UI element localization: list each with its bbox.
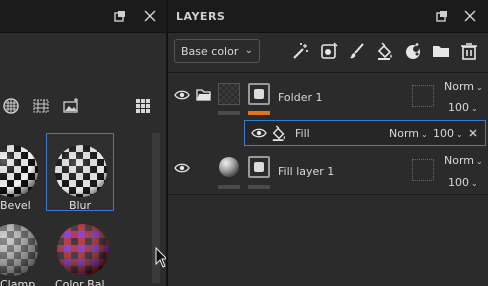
layer-thumbnail[interactable] [218, 83, 240, 105]
mask-active-bar [248, 111, 270, 115]
layer-blend-mode[interactable]: Norm ⌄ [444, 80, 483, 93]
blend-channel-select[interactable]: Base color ⌄ [174, 39, 260, 63]
shelf-toolbar [0, 93, 166, 121]
effect-opacity[interactable]: 100 ⌄ [433, 127, 463, 140]
blend-channel-value: Base color [181, 45, 239, 58]
mask-bar [248, 185, 270, 189]
chevron-down-icon: ⌄ [244, 45, 253, 56]
layer-row-folder[interactable]: Folder 1 Norm ⌄ 100 ⌄ [168, 74, 488, 120]
eye-visibility-icon[interactable] [251, 128, 267, 138]
layer-name[interactable]: Fill layer 1 [278, 165, 334, 178]
blend-mode-value: Norm [444, 80, 475, 93]
blend-mask-placeholder [412, 159, 434, 181]
layer-mask-thumbnail[interactable] [248, 156, 270, 178]
float-panel-icon[interactable] [436, 10, 448, 22]
layer-name[interactable]: Folder 1 [278, 91, 323, 104]
opacity-value: 100 [448, 101, 469, 114]
chevron-down-icon: ⌄ [421, 130, 428, 139]
eye-visibility-icon[interactable] [174, 90, 190, 100]
blend-mode-value: Norm [444, 154, 475, 167]
filter-grid-icon[interactable] [32, 97, 50, 115]
fill-bucket-icon [272, 125, 285, 141]
chevron-down-icon: ⌄ [476, 157, 483, 166]
layers-header: LAYERS [168, 0, 488, 33]
folder-icon[interactable] [432, 42, 450, 60]
thumbnail-bar [218, 111, 240, 115]
layer-opacity[interactable]: 100 ⌄ [448, 101, 478, 114]
chevron-down-icon: ⌄ [471, 104, 478, 113]
blend-mode-value: Norm [389, 127, 420, 140]
trash-icon[interactable] [460, 42, 478, 60]
eye-visibility-icon[interactable] [174, 163, 190, 173]
clamp-thumbnail[interactable] [0, 224, 38, 276]
remove-effect-icon[interactable] [469, 129, 477, 137]
grid-view-icon[interactable] [134, 97, 152, 115]
add-mask-icon[interactable] [320, 42, 338, 60]
thumbnail-label: Color Bal... [54, 278, 116, 286]
layer-thumbnail[interactable] [218, 156, 240, 178]
layer-blend-mode[interactable]: Norm ⌄ [444, 154, 483, 167]
opacity-value: 100 [433, 127, 454, 140]
effects-icon[interactable] [404, 42, 422, 60]
brush-icon[interactable] [348, 42, 366, 60]
layers-toolbar: Base color ⌄ [168, 33, 488, 73]
folder-open-icon[interactable] [196, 88, 212, 102]
chevron-down-icon: ⌄ [456, 130, 463, 139]
color-balance-thumbnail[interactable] [57, 224, 109, 276]
shelf-body: Bevel Blur Clamp Color Bal... [0, 33, 166, 286]
thumbnail-label: Clamp [0, 278, 36, 286]
blur-thumbnail[interactable] [55, 145, 107, 197]
close-panel-icon[interactable] [144, 10, 156, 22]
bevel-thumbnail[interactable] [0, 145, 38, 197]
left-panel-header [0, 0, 166, 33]
row-separator [168, 194, 488, 195]
opacity-value: 100 [448, 176, 469, 189]
panel-title: LAYERS [176, 10, 226, 23]
layer-mask-thumbnail[interactable] [248, 83, 270, 105]
effect-blend-mode[interactable]: Norm ⌄ [389, 127, 428, 140]
magic-wand-icon[interactable] [292, 42, 310, 60]
layer-opacity[interactable]: 100 ⌄ [448, 176, 478, 189]
pattern-circle-icon[interactable] [2, 97, 20, 115]
thumbnail-label: Bevel [0, 199, 31, 212]
image-icon[interactable] [62, 97, 80, 115]
thumbnail-bar [218, 185, 240, 189]
blend-mask-placeholder [412, 85, 434, 107]
layer-row-fill-layer[interactable]: Fill layer 1 Norm ⌄ 100 ⌄ [168, 148, 488, 194]
fill-bucket-icon[interactable] [376, 42, 394, 60]
thumbnail-label: Blur [68, 199, 92, 212]
left-panel: Bevel Blur Clamp Color Bal... [0, 0, 166, 286]
layer-row-fill-effect[interactable]: Fill Norm ⌄ 100 ⌄ [244, 120, 486, 146]
chevron-down-icon: ⌄ [476, 83, 483, 92]
effect-name[interactable]: Fill [295, 127, 310, 140]
layers-panel: LAYERS Base color ⌄ Folder 1 Norm ⌄ 100 … [168, 0, 488, 286]
chevron-down-icon: ⌄ [471, 179, 478, 188]
close-panel-icon[interactable] [464, 10, 476, 22]
float-panel-icon[interactable] [114, 10, 126, 22]
